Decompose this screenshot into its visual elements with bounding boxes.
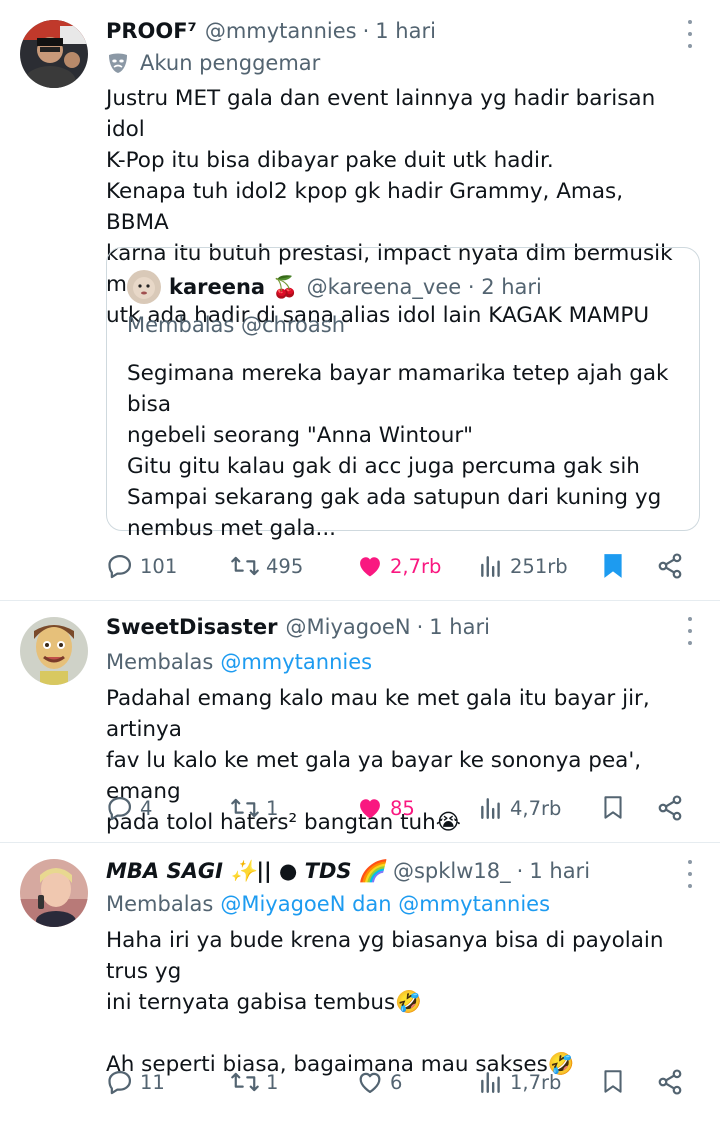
timestamp[interactable]: 1 hari [375,19,436,43]
bookmark-button[interactable] [600,790,626,826]
like-button[interactable]: 6 [356,1064,402,1100]
reply-to-link[interactable]: @MiyagoeN dan @mmytannies [220,892,550,916]
action-bar: 4 1 85 4,7rb [106,790,696,826]
reply-to-link[interactable]: @mmytannies [220,650,372,674]
like-button[interactable]: 85 [356,790,415,826]
bookmark-button[interactable] [600,1064,626,1100]
heart-filled-icon [360,557,380,577]
avatar[interactable] [20,617,88,685]
views-icon [481,1072,500,1093]
quote-display-name: kareena 🍒 [169,274,299,299]
like-count: 2,7rb [390,554,442,578]
like-button[interactable]: 2,7rb [356,548,441,584]
reply-button[interactable]: 101 [106,548,177,584]
separator-dot: · [362,19,370,43]
views-button[interactable]: 4,7rb [478,790,561,826]
quote-text: Segimana mereka bayar mamarika tetep aja… [127,361,669,541]
views-icon [481,798,500,819]
bookmark-filled-icon [604,554,622,578]
user-handle[interactable]: @mmytannies [205,19,357,43]
retweet-button[interactable]: 1 [230,790,278,826]
action-bar: 101 495 2,7rb 251rb [106,548,696,584]
views-icon [481,556,500,577]
more-options-icon[interactable] [686,860,694,888]
quote-header: kareena 🍒 @kareena_vee · 2 hari [169,270,542,304]
action-bar: 11 1 6 1,7rb [106,1064,696,1100]
share-button[interactable] [656,1064,684,1100]
timestamp[interactable]: 1 hari [429,615,490,639]
tweet-header: PROOF⁷ @mmytannies · 1 hari [106,16,660,46]
tweet-3[interactable]: MBA SAGI ✨|| ● TDS 🌈 @spklw18_ · 1 hari … [0,843,720,1124]
reply-icon [108,554,132,579]
reply-button[interactable]: 11 [106,1064,165,1100]
retweet-icon [231,798,259,818]
tweet-header: MBA SAGI ✨|| ● TDS 🌈 @spklw18_ · 1 hari [106,856,660,886]
retweet-count: 495 [266,554,304,578]
fan-account-label: Akun penggemar [106,49,320,77]
reply-prefix: Membalas [106,892,214,916]
tweet-header: SweetDisaster @MiyagoeN · 1 hari [106,612,660,642]
bookmark-icon [604,796,622,819]
share-icon [658,553,682,579]
retweet-button[interactable]: 1 [230,1064,278,1100]
display-name[interactable]: MBA SAGI ✨|| ● TDS 🌈 [106,859,385,884]
view-count: 251rb [510,554,568,578]
like-count: 6 [390,1070,403,1094]
share-button[interactable] [656,548,684,584]
avatar[interactable] [20,20,88,88]
avatar[interactable] [20,859,88,927]
tweet-1[interactable]: PROOF⁷ @mmytannies · 1 hari Akun penggem… [0,0,720,600]
mask-icon [109,53,127,73]
bookmark-button[interactable] [600,548,626,584]
like-count: 85 [390,796,415,820]
retweet-icon [231,1072,259,1092]
retweet-icon [231,556,259,576]
display-name[interactable]: SweetDisaster [106,615,278,639]
timestamp[interactable]: 1 hari [529,859,590,883]
quote-handle-time: @kareena_vee · 2 hari [306,275,542,299]
views-button[interactable]: 251rb [478,548,568,584]
share-button[interactable] [656,790,684,826]
separator-dot: · [416,615,424,639]
view-count: 4,7rb [510,796,562,820]
tweet-text: Haha iri ya bude krena yg biasanya bisa … [106,928,664,1077]
reply-count: 4 [140,796,153,820]
reply-icon [108,1070,132,1095]
reply-icon [108,796,132,821]
display-name[interactable]: PROOF⁷ [106,19,197,43]
quote-avatar [127,270,161,304]
more-options-icon[interactable] [686,617,694,645]
more-options-icon[interactable] [686,20,694,48]
bookmark-icon [604,1070,622,1093]
reply-button[interactable]: 4 [106,790,152,826]
view-count: 1,7rb [510,1070,562,1094]
reply-prefix: Membalas [106,650,214,674]
retweet-button[interactable]: 495 [230,548,303,584]
tweet-2[interactable]: SweetDisaster @MiyagoeN · 1 hari Membala… [0,601,720,842]
quote-reply-context: Membalas @chroash [127,313,346,337]
reply-context: Membalas @MiyagoeN dan @mmytannies [106,889,550,919]
reply-count: 101 [140,554,178,578]
quoted-tweet[interactable]: kareena 🍒 @kareena_vee · 2 hari Membalas… [106,247,700,541]
views-button[interactable]: 1,7rb [478,1064,561,1100]
separator-dot: · [516,859,524,883]
fan-account-text: Akun penggemar [140,51,321,75]
share-icon [658,795,682,821]
user-handle[interactable]: @MiyagoeN [286,615,411,639]
retweet-count: 1 [266,796,279,820]
heart-icon [359,1072,381,1094]
user-handle[interactable]: @spklw18_ [393,859,511,883]
reply-context: Membalas @mmytannies [106,647,372,677]
share-icon [658,1069,682,1095]
heart-filled-icon [360,799,380,819]
reply-count: 11 [140,1070,165,1094]
retweet-count: 1 [266,1070,279,1094]
